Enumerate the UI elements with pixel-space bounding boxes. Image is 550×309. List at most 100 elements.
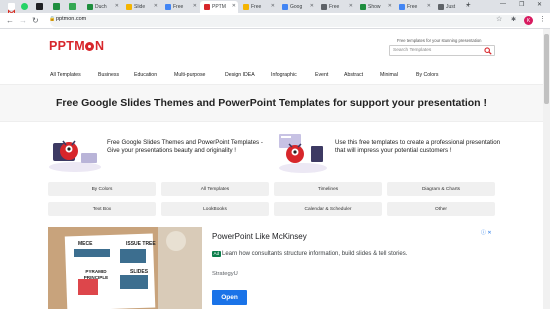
close-window-icon[interactable]: ✕ (537, 1, 542, 8)
browser-tab[interactable]: Duch ✕ (83, 1, 121, 13)
pinned-tab-icon[interactable] (69, 3, 76, 10)
gmail-pinned-tab-icon[interactable] (8, 3, 15, 16)
nav-item[interactable]: All Templates (50, 72, 81, 78)
tab-favicon-icon (204, 4, 210, 10)
ad-title[interactable]: PowerPoint Like McKinsey (212, 232, 307, 241)
ad-slide-illustration (48, 227, 202, 309)
profile-avatar[interactable]: K (524, 16, 533, 25)
tab-close-icon[interactable]: ✕ (271, 3, 275, 9)
ad-image-label: PYRAMID PRINCIPLE (83, 269, 109, 280)
url-text[interactable]: pptmon.com (56, 16, 86, 22)
tab-favicon-icon (399, 4, 405, 10)
category-button[interactable]: Diagram & Charts (387, 182, 495, 196)
category-button[interactable]: By Colors (48, 182, 156, 196)
site-logo[interactable]: PPTM N (49, 39, 104, 53)
tab-close-icon[interactable]: ✕ (388, 3, 392, 9)
browser-tab[interactable]: Free ✕ (239, 1, 277, 13)
maximize-icon[interactable]: ❐ (519, 1, 524, 8)
minimize-icon[interactable]: — (500, 1, 506, 7)
new-tab-button[interactable]: + (466, 0, 471, 9)
scrollbar-thumb[interactable] (544, 34, 549, 104)
nav-item[interactable]: Minimal (380, 72, 398, 78)
tab-close-icon[interactable]: ✕ (427, 3, 431, 9)
tab-close-icon[interactable]: ✕ (115, 3, 119, 9)
logo-text-right: N (94, 39, 105, 53)
tab-title: Show (368, 4, 381, 10)
ad-open-button[interactable]: Open (212, 290, 247, 305)
browser-tab[interactable]: PPTM ✕ (200, 1, 238, 13)
tab-title: Free (173, 4, 184, 10)
nav-item[interactable]: Infographic (271, 72, 297, 78)
browser-tab[interactable]: Free ✕ (317, 1, 355, 13)
reload-icon[interactable]: ↻ (32, 16, 39, 26)
nav-item[interactable]: Business (98, 72, 119, 78)
tab-close-icon[interactable]: ✕ (154, 3, 158, 9)
tab-title: Free (329, 4, 340, 10)
nav-item[interactable]: By Colors (416, 72, 439, 78)
menu-kebab-icon[interactable]: ⋮ (539, 15, 546, 23)
tab-title: Free (251, 4, 262, 10)
category-button[interactable]: Other (387, 202, 495, 216)
tab-close-icon[interactable]: ✕ (193, 3, 197, 9)
browser-tab[interactable]: Show ✕ (356, 1, 394, 13)
tab-favicon-icon (126, 4, 132, 10)
page-scrollbar[interactable] (543, 29, 550, 309)
hero-banner: Free Google Slides Themes and PowerPoint… (0, 84, 543, 122)
category-button[interactable]: Calendar & Scheduler (274, 202, 382, 216)
category-button[interactable]: Timelines (274, 182, 382, 196)
tab-favicon-icon (282, 4, 288, 10)
search-placeholder: Search Templates (393, 48, 432, 53)
nav-item[interactable]: Event (315, 72, 328, 78)
ad-image-label: SLIDES (130, 269, 149, 275)
browser-tab[interactable]: Free ✕ (161, 1, 199, 13)
browser-tab-strip: Duch ✕ Slide ✕ Free ✕ PPTM ✕ Free ✕ Goog ✕ Free ✕ Show… (0, 0, 550, 16)
site-tagline: Free templates for your stunning present… (397, 38, 482, 43)
adchoices-icon[interactable]: ⓘ ✕ (481, 229, 492, 236)
tab-title: Free (407, 4, 418, 10)
sheets-pinned-tab-icon[interactable] (53, 3, 60, 10)
tab-favicon-icon (87, 4, 93, 10)
ad-description[interactable]: Learn how consultants structure informat… (222, 251, 407, 257)
nav-item[interactable]: Education (134, 72, 157, 78)
tab-close-icon[interactable]: ✕ (232, 3, 236, 9)
nav-item[interactable]: Design IDEA (225, 72, 255, 78)
ad-source[interactable]: StrategyU (212, 271, 238, 277)
category-button[interactable]: All Templates (161, 182, 269, 196)
forward-icon[interactable]: → (19, 16, 27, 26)
tab-close-icon[interactable]: ✕ (349, 3, 353, 9)
tab-favicon-icon (243, 4, 249, 10)
ad-image[interactable]: MECE ISSUE TREE PYRAMID PRINCIPLE SLIDES (48, 227, 202, 309)
monster-illustration-left (49, 140, 101, 172)
hero-title: Free Google Slides Themes and PowerPoint… (56, 97, 487, 109)
browser-tab[interactable]: Slide ✕ (122, 1, 160, 13)
browser-tab[interactable]: Free ✕ (395, 1, 433, 13)
address-bar[interactable] (50, 15, 532, 27)
tab-title: Slide (134, 4, 146, 10)
extensions-icon[interactable]: ✱ (511, 16, 516, 23)
pinned-tab-icon[interactable] (36, 3, 43, 10)
back-icon[interactable]: ← (6, 16, 14, 26)
web-page: PPTM N Free templates for your stunning p… (0, 29, 543, 309)
tab-title: Duch (95, 4, 107, 10)
logo-o-icon (85, 42, 95, 51)
promo-right-text: Use this free templates to create a prof… (335, 139, 501, 154)
tab-favicon-icon (321, 4, 327, 10)
browser-toolbar: ← → ↻ 🔒 pptmon.com ☆ ✱ K ⋮ (0, 13, 550, 29)
search-input[interactable]: Search Templates (389, 45, 495, 56)
bookmark-star-icon[interactable]: ☆ (496, 15, 502, 23)
tab-close-icon[interactable]: ✕ (310, 3, 314, 9)
lock-icon: 🔒 (49, 16, 56, 22)
nav-item[interactable]: Multi-purpose (174, 72, 205, 78)
tab-title: PPTM (212, 4, 226, 10)
promo-left-text: Free Google Slides Themes and PowerPoint… (107, 139, 263, 154)
monster-illustration-right (279, 134, 327, 173)
tab-favicon-icon (165, 4, 171, 10)
category-button[interactable]: LookBooks (161, 202, 269, 216)
ad-image-label: MECE (78, 241, 93, 247)
nav-item[interactable]: Abstract (344, 72, 363, 78)
search-icon[interactable] (484, 47, 492, 55)
category-button[interactable]: Text Box (48, 202, 156, 216)
ad-badge: Ad (212, 251, 221, 257)
browser-tab[interactable]: Goog ✕ (278, 1, 316, 13)
whatsapp-pinned-tab-icon[interactable] (21, 3, 28, 10)
